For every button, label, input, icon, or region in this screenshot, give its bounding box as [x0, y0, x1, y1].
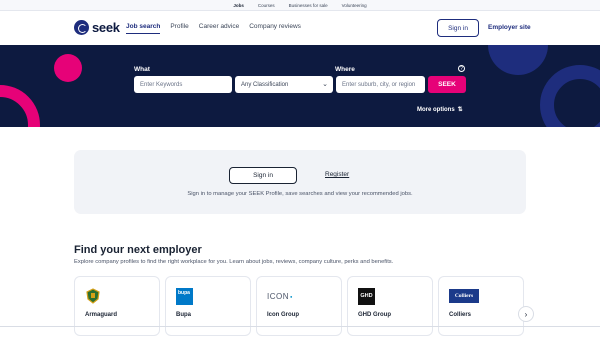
keywords-input[interactable]: Enter Keywords [134, 76, 232, 93]
employer-card-icon-group[interactable]: ICON ● Icon Group [256, 276, 342, 336]
nav-profile[interactable]: Profile [170, 23, 188, 34]
employers-title: Find your next employer [74, 244, 202, 256]
where-input[interactable]: Enter suburb, city, or region [336, 76, 425, 93]
colliers-logo-text: Colliers [454, 293, 474, 299]
ghd-logo-text: GHD [360, 293, 373, 299]
colliers-logo-mark: Colliers [449, 289, 479, 303]
topbar-link-volunteering[interactable]: Volunteering [342, 3, 367, 8]
armaguard-logo [85, 288, 101, 304]
employer-card-armaguard[interactable]: Armaguard [74, 276, 160, 336]
main-nav: Job search Profile Career advice Company… [126, 23, 301, 34]
topbar-link-courses[interactable]: Courses [258, 3, 275, 8]
bupa-logo-text: bupa [178, 289, 190, 296]
what-label: What [134, 66, 150, 73]
classification-value: Any Classification [241, 81, 289, 88]
topbar-link-jobs[interactable]: Jobs [233, 3, 244, 8]
sliders-icon: ⇅ [457, 107, 463, 113]
ghd-logo-mark: GHD [358, 287, 375, 305]
employer-card-ghd[interactable]: GHD GHD Group [347, 276, 433, 336]
more-options-button[interactable]: More options ⇅ [417, 106, 463, 114]
employer-name: Icon Group [267, 312, 299, 318]
divider [0, 326, 600, 327]
decor-ring [540, 65, 600, 127]
employer-site-link[interactable]: Employer site [488, 24, 531, 31]
colliers-logo: Colliers [449, 288, 479, 304]
question-circle-icon[interactable]: ? [458, 65, 465, 72]
more-options-label: More options [417, 106, 455, 113]
topbar-link-businesses[interactable]: Businesses for sale [289, 3, 328, 8]
decor-circle [54, 54, 82, 82]
top-strip: Jobs Courses Businesses for sale Volunte… [0, 0, 600, 11]
where-label: Where [335, 66, 355, 73]
classification-select[interactable]: Any Classification ⌄ [235, 76, 333, 93]
chevron-down-icon: ⌄ [322, 81, 328, 88]
decor-circle [488, 45, 548, 75]
nav-career-advice[interactable]: Career advice [199, 23, 239, 34]
header: seek Job search Profile Career advice Co… [0, 11, 600, 45]
employer-name: Bupa [176, 312, 191, 318]
header-sign-in-button[interactable]: Sign in [437, 19, 479, 37]
seek-logo-icon [74, 20, 89, 35]
employer-name: Armaguard [85, 312, 118, 318]
employer-card-colliers[interactable]: Colliers Colliers [438, 276, 524, 336]
employer-name: GHD Group [358, 312, 391, 318]
sign-in-description: Sign in to manage your SEEK Profile, sav… [187, 191, 413, 197]
employers-subtitle: Explore company profiles to find the rig… [74, 259, 394, 265]
search-hero: What Where ? Enter Keywords Any Classifi… [0, 45, 600, 127]
where-placeholder: Enter suburb, city, or region [342, 81, 416, 88]
bupa-logo-mark: bupa [176, 287, 193, 305]
icon-group-logo-text: ICON [267, 291, 289, 301]
nav-company-reviews[interactable]: Company reviews [249, 23, 301, 34]
ghd-logo: GHD [358, 287, 375, 305]
seek-logo[interactable]: seek [74, 20, 120, 35]
seek-logo-text: seek [92, 20, 120, 35]
register-link[interactable]: Register [325, 171, 349, 178]
bupa-logo: bupa [176, 287, 193, 305]
employer-card-bupa[interactable]: bupa Bupa [165, 276, 251, 336]
icon-group-logo: ICON ● [267, 291, 293, 301]
sign-in-panel: Sign in Register Sign in to manage your … [74, 150, 526, 214]
panel-sign-in-button[interactable]: Sign in [229, 167, 297, 184]
chevron-right-icon[interactable]: › [518, 306, 534, 322]
decor-ring [0, 85, 40, 127]
employer-name: Colliers [449, 312, 472, 318]
keywords-placeholder: Enter Keywords [140, 81, 183, 88]
seek-search-button[interactable]: SEEK [428, 76, 466, 93]
nav-job-search[interactable]: Job search [126, 23, 161, 34]
